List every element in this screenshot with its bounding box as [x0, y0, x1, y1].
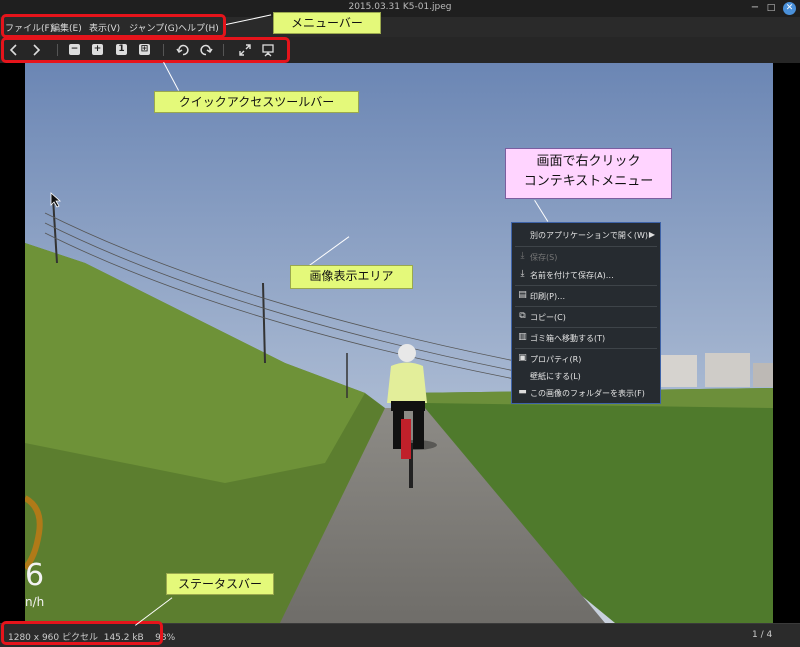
save-as-icon: ⤓ — [520, 269, 525, 279]
menu-separator — [515, 348, 657, 349]
trash-icon: ▥ — [518, 332, 527, 342]
callout-menubar: メニューバー — [273, 12, 381, 34]
status-image-position: 1 / 4 — [752, 630, 773, 640]
callout-image-area: 画像表示エリア — [290, 265, 413, 289]
folder-icon: ▬ — [518, 387, 527, 397]
callout-context-menu-line2: コンテキストメニュー — [523, 174, 654, 189]
copy-icon: ⧉ — [519, 311, 526, 321]
menu-separator — [515, 327, 657, 328]
properties-icon: ▣ — [518, 353, 527, 363]
menu-separator — [515, 306, 657, 307]
menubar-highlight — [1, 14, 226, 38]
toolbar-highlight — [1, 37, 290, 63]
mouse-cursor-icon — [50, 192, 62, 208]
speed-overlay-digit: 6 — [25, 558, 44, 593]
submenu-arrow-icon: ▶ — [648, 230, 655, 239]
close-button[interactable]: ✕ — [783, 2, 796, 15]
callout-statusbar: ステータスバー — [166, 573, 274, 595]
callout-context-menu: 画面で右クリック コンテキストメニュー — [505, 148, 672, 199]
ctx-open-folder[interactable]: ▬ この画像のフォルダーを表示(F) — [512, 384, 660, 403]
context-menu: 別のアプリケーションで開く(W) ▶ ⤓ 保存(S) ⤓ 名前を付けて保存(A)… — [511, 222, 661, 404]
save-icon: ⤓ — [520, 251, 525, 261]
ctx-copy[interactable]: ⧉ コピー(C) — [512, 308, 660, 327]
callout-context-menu-line1: 画面で右クリック — [536, 154, 641, 169]
speed-overlay-unit: n/h — [25, 595, 44, 609]
window-title: 2015.03.31 K5-01.jpeg — [348, 2, 452, 12]
minimize-button[interactable]: − — [748, 1, 762, 15]
ctx-print[interactable]: ▤ 印刷(P)… — [512, 287, 660, 306]
callout-toolbar: クイックアクセスツールバー — [154, 91, 359, 113]
ctx-move-to-trash[interactable]: ▥ ゴミ箱へ移動する(T) — [512, 329, 660, 348]
ctx-save[interactable]: ⤓ 保存(S) — [512, 248, 660, 267]
ctx-open-with[interactable]: 別のアプリケーションで開く(W) ▶ — [512, 226, 660, 245]
ctx-save-as[interactable]: ⤓ 名前を付けて保存(A)… — [512, 266, 660, 285]
print-icon: ▤ — [518, 290, 527, 300]
menu-separator — [515, 285, 657, 286]
maximize-button[interactable]: □ — [764, 1, 778, 15]
statusbar-highlight — [1, 621, 163, 645]
menu-separator — [515, 246, 657, 247]
